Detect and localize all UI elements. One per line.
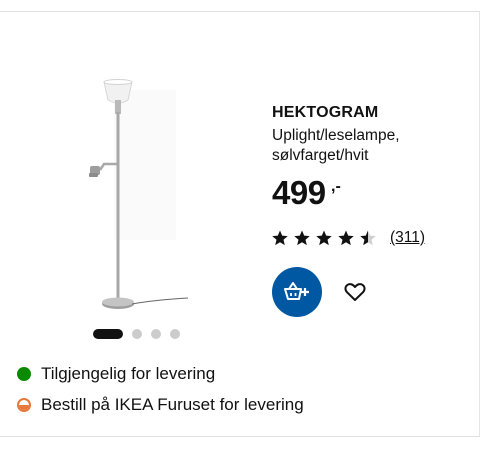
top-divider [0, 11, 480, 12]
order-status-icon [17, 398, 31, 412]
add-to-favourites-button[interactable] [343, 280, 367, 304]
star-icon [272, 230, 288, 246]
bottom-divider [0, 436, 480, 437]
availability-text: Tilgjengelig for levering [41, 364, 216, 383]
product-description: Uplight/leselampe, sølvfarget/hvit [272, 127, 400, 164]
image-carousel-indicator [93, 329, 180, 339]
add-to-cart-button[interactable] [272, 267, 322, 317]
product-name[interactable]: HEKTOGRAM [272, 104, 378, 122]
store-availability: Bestill på IKEA Furuset for levering [17, 395, 304, 415]
star-icon [316, 230, 332, 246]
carousel-dot[interactable] [132, 329, 142, 339]
star-half-icon [360, 230, 376, 246]
add-to-cart-icon [284, 282, 309, 300]
review-count-link[interactable]: (311) [390, 229, 425, 247]
delivery-availability: Tilgjengelig for levering [17, 364, 215, 384]
heart-icon [344, 283, 366, 301]
star-icon [294, 230, 310, 246]
available-status-icon [17, 367, 31, 381]
star-rating-icons [272, 230, 376, 246]
product-price: 499 [272, 174, 326, 211]
carousel-dot[interactable] [151, 329, 161, 339]
star-icon [338, 230, 354, 246]
availability-text: Bestill på IKEA Furuset for levering [41, 395, 304, 414]
product-image[interactable] [70, 70, 210, 320]
carousel-dot[interactable] [170, 329, 180, 339]
product-rating[interactable]: (311) [271, 229, 425, 247]
carousel-dot-active[interactable] [93, 329, 123, 339]
price-suffix: ,- [331, 178, 341, 195]
